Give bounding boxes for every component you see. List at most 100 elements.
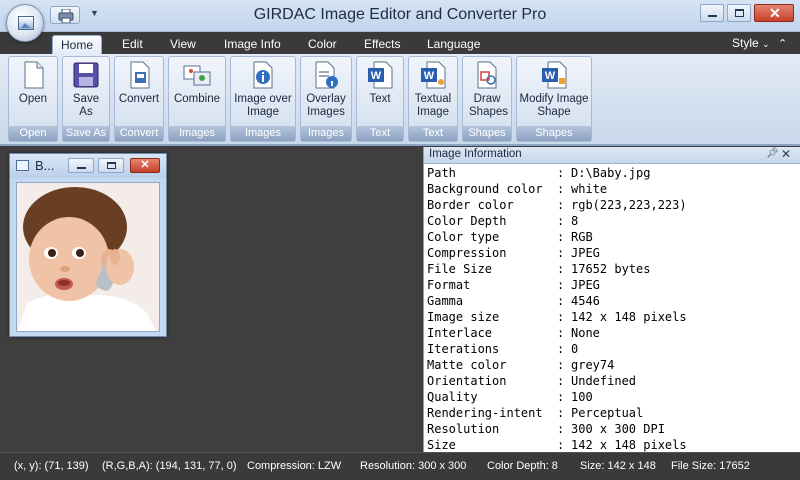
tab-image-info[interactable]: Image Info — [216, 35, 289, 54]
close-button[interactable]: ✕ — [754, 4, 794, 22]
info-key: Color type — [427, 230, 500, 244]
convert-button[interactable]: Convert — [115, 60, 163, 106]
ribbon-group-save-as: Save As Save As — [62, 56, 110, 142]
application-menu-button[interactable] — [6, 4, 44, 42]
ribbon-group-modify-image-shape: W Modify Image Shape Shapes — [516, 56, 592, 142]
open-button[interactable]: Open — [9, 60, 57, 106]
combine-images-icon — [182, 60, 212, 90]
minimize-icon — [77, 167, 86, 169]
overlay-images-button[interactable]: Overlay Images — [301, 60, 351, 119]
group-label-save-as: Save As — [63, 126, 109, 141]
modify-image-shape-button[interactable]: W Modify Image Shape — [517, 60, 591, 119]
textual-image-button-label: Textual Image — [414, 93, 452, 118]
image-window-titlebar[interactable]: B... ✕ — [10, 154, 166, 178]
overlay-images-button-label: Overlay Images — [306, 93, 346, 118]
tab-edit[interactable]: Edit — [114, 35, 151, 54]
image-document-icon — [16, 160, 29, 171]
ribbon-group-image-over-image: Image over Image Images — [230, 56, 296, 142]
info-value: 17652 bytes — [571, 262, 651, 276]
image-information-panel: Image Information 📌︎ ✕ Path: D:\Baby.jpg … — [423, 147, 800, 452]
text-doc-icon: W — [365, 60, 395, 90]
status-resolution: Resolution: 300 x 300 — [360, 460, 467, 472]
convert-icon — [124, 60, 154, 90]
status-compression: Compression: LZW — [247, 460, 342, 472]
info-row-color-depth: Color Depth:8 — [427, 213, 797, 229]
info-value: 300 x 300 DPI — [571, 422, 665, 436]
info-value: 142 x 148 pixels — [571, 438, 687, 452]
info-row-compression: Compression: JPEG — [427, 245, 797, 261]
group-label-images-3: Images — [301, 126, 351, 141]
info-key: Iterations — [427, 342, 500, 356]
draw-shapes-icon — [472, 60, 502, 90]
chevron-down-icon: ⌄ — [762, 39, 770, 49]
info-row-border-color: Border color: rgb(223,223,223) — [427, 197, 797, 213]
image-app-icon — [18, 16, 34, 30]
baby-photo[interactable] — [16, 182, 160, 332]
baby-photo-illustration — [17, 183, 159, 331]
status-color-depth: Color Depth: 8 — [487, 460, 558, 472]
image-window-close-button[interactable]: ✕ — [130, 158, 160, 173]
tab-home[interactable]: Home — [52, 35, 103, 54]
style-menu[interactable]: Style ⌄ — [732, 35, 770, 52]
image-over-image-button[interactable]: Image over Image — [231, 60, 295, 119]
modify-shape-icon: W — [539, 60, 569, 90]
info-key: Interlace — [427, 326, 493, 340]
ribbon-group-open: Open Open — [8, 56, 58, 142]
info-row-image-size: Image size:142 x 148 pixels — [427, 309, 797, 325]
overlay-images-icon — [311, 60, 341, 90]
info-value: RGB — [571, 230, 593, 244]
tab-language[interactable]: Language — [419, 35, 488, 54]
info-row-gamma: Gamma:4546 — [427, 293, 797, 309]
info-row-background-color: Background color: white — [427, 181, 797, 197]
image-window-maximize-button[interactable] — [98, 158, 124, 173]
info-panel-title: Image Information — [429, 148, 522, 160]
info-row-matte-color: Matte color: grey74 — [427, 357, 797, 373]
info-value: JPEG — [571, 246, 600, 260]
info-panel-header: Image Information 📌︎ ✕ — [424, 147, 800, 164]
convert-button-label: Convert — [118, 93, 160, 105]
window-title: GIRDAC Image Editor and Converter Pro — [253, 6, 547, 23]
status-bar: (x, y): (71, 139) (R,G,B,A): (194, 131, … — [0, 452, 800, 480]
ribbon-group-text: W Text Text — [356, 56, 404, 142]
tab-view[interactable]: View — [162, 35, 204, 54]
textual-image-button[interactable]: W Textual Image — [409, 60, 457, 119]
svg-text:W: W — [371, 70, 382, 82]
close-icon: ✕ — [140, 159, 150, 171]
info-rows[interactable]: Path: D:\Baby.jpg Background color: white … — [427, 165, 797, 452]
info-row-rendering-intent: Rendering-intent: Perceptual — [427, 405, 797, 421]
open-button-label: Open — [18, 93, 48, 105]
minimize-button[interactable] — [700, 4, 724, 22]
image-window-minimize-button[interactable] — [68, 158, 94, 173]
info-row-iterations: Iterations:0 — [427, 341, 797, 357]
save-as-button[interactable]: Save As — [63, 60, 109, 119]
close-icon: ✕ — [769, 5, 781, 21]
image-window-title: B... — [35, 158, 55, 173]
info-value: 0 — [571, 342, 579, 356]
info-row-interlace: Interlace: None — [427, 325, 797, 341]
group-label-shapes-2: Shapes — [517, 126, 591, 141]
status-cursor-position: (x, y): (71, 139) — [14, 460, 89, 472]
style-menu-label: Style — [732, 36, 759, 50]
close-icon[interactable]: ✕ — [781, 147, 791, 161]
info-row-size: Size:142 x 148 pixels — [427, 437, 797, 452]
image-document-window[interactable]: B... ✕ — [9, 153, 167, 337]
info-key: Gamma — [427, 294, 464, 308]
status-file-size: File Size: 17652 — [671, 460, 750, 472]
pin-icon[interactable]: 📌︎ — [766, 148, 779, 159]
status-size: Size: 142 x 148 — [580, 460, 656, 472]
info-row-color-type: Color type: RGB — [427, 229, 797, 245]
info-value: 4546 — [571, 294, 600, 308]
group-label-convert: Convert — [115, 126, 163, 141]
draw-shapes-button[interactable]: Draw Shapes — [463, 60, 511, 119]
tab-effects[interactable]: Effects — [356, 35, 408, 54]
text-button[interactable]: W Text — [357, 60, 403, 106]
help-icon[interactable]: ⌃ — [778, 37, 787, 50]
maximize-button[interactable] — [727, 4, 751, 22]
info-value: None — [571, 326, 600, 340]
combine-button[interactable]: Combine — [169, 60, 225, 106]
ribbon-group-combine: Combine Images — [168, 56, 226, 142]
info-value: white — [571, 182, 608, 196]
ribbon-group-convert: Convert Convert — [114, 56, 164, 142]
group-label-text-2: Text — [409, 126, 457, 141]
tab-color[interactable]: Color — [300, 35, 345, 54]
